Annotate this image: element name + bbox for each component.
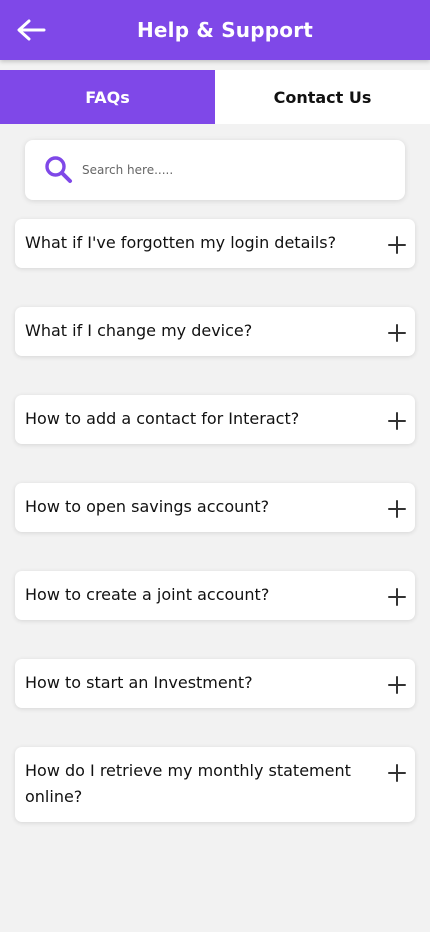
faq-question: How do I retrieve my monthly statement o… [25, 761, 351, 806]
faq-item[interactable]: How do I retrieve my monthly statement o… [15, 747, 415, 822]
faq-question: How to create a joint account? [25, 585, 270, 604]
plus-icon[interactable] [387, 763, 407, 783]
plus-icon[interactable] [387, 675, 407, 695]
faq-question: How to add a contact for Interact? [25, 409, 300, 428]
tab-bar: FAQs Contact Us [0, 70, 430, 124]
search-input[interactable] [82, 163, 382, 177]
plus-icon[interactable] [387, 323, 407, 343]
faq-item[interactable]: What if I change my device? [15, 307, 415, 356]
app-screen: Help & Support FAQs Contact Us What if I… [0, 0, 430, 932]
plus-icon[interactable] [387, 235, 407, 255]
faq-question: How to start an Investment? [25, 673, 253, 692]
search-icon [43, 154, 75, 186]
faq-question: What if I change my device? [25, 321, 253, 340]
faq-item[interactable]: How to open savings account? [15, 483, 415, 532]
faq-list: What if I've forgotten my login details?… [15, 219, 415, 861]
plus-icon[interactable] [387, 411, 407, 431]
tab-contact-us[interactable]: Contact Us [215, 70, 430, 124]
page-title: Help & Support [136, 18, 314, 42]
faq-item[interactable]: What if I've forgotten my login details? [15, 219, 415, 268]
plus-icon[interactable] [387, 587, 407, 607]
faq-item[interactable]: How to create a joint account? [15, 571, 415, 620]
tab-faqs[interactable]: FAQs [0, 70, 215, 124]
plus-icon[interactable] [387, 499, 407, 519]
search-box[interactable] [25, 140, 405, 200]
faq-question: How to open savings account? [25, 497, 270, 516]
app-header: Help & Support [0, 0, 430, 60]
faq-question: What if I've forgotten my login details? [25, 233, 337, 252]
back-button[interactable] [14, 14, 48, 46]
faq-item[interactable]: How to add a contact for Interact? [15, 395, 415, 444]
arrow-left-icon [17, 19, 46, 41]
faq-item[interactable]: How to start an Investment? [15, 659, 415, 708]
